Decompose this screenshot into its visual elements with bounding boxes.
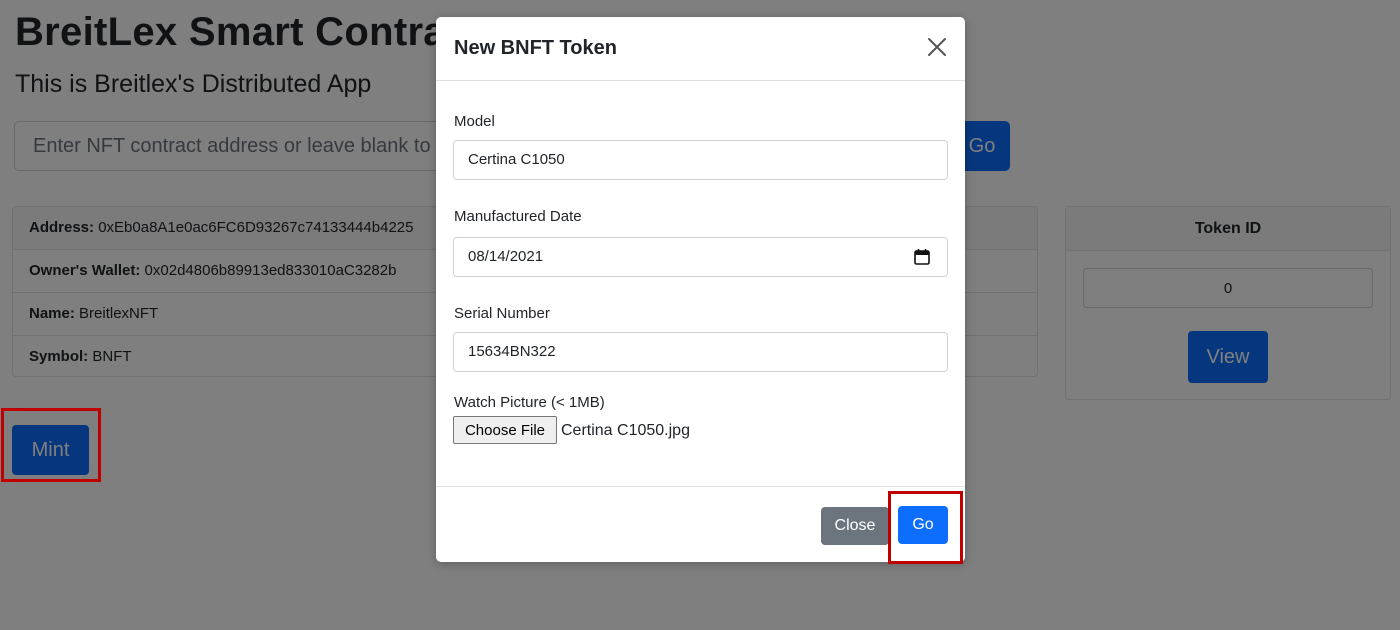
serial-number-label: Serial Number [454, 305, 550, 322]
modal-title: New BNFT Token [454, 37, 617, 59]
new-token-modal: New BNFT Token Model Certina C1050 Manuf… [436, 17, 965, 562]
submit-go-button[interactable]: Go [898, 506, 948, 544]
modal-footer: Close Go [436, 486, 965, 563]
close-button[interactable]: Close [821, 507, 889, 545]
date-value: 08/14/2021 [468, 248, 544, 265]
modal-header: New BNFT Token [436, 17, 965, 81]
choose-file-button[interactable]: Choose File [453, 416, 557, 444]
model-label: Model [454, 113, 495, 130]
close-icon[interactable] [925, 35, 949, 59]
manufactured-date-label: Manufactured Date [454, 208, 582, 225]
watch-picture-label: Watch Picture (< 1MB) [454, 394, 605, 411]
selected-file-name: Certina C1050.jpg [561, 422, 690, 439]
manufactured-date-input[interactable]: 08/14/2021 [453, 237, 948, 277]
serial-number-input[interactable]: 15634BN322 [453, 332, 948, 372]
model-input[interactable]: Certina C1050 [453, 140, 948, 180]
calendar-icon[interactable] [913, 248, 931, 266]
